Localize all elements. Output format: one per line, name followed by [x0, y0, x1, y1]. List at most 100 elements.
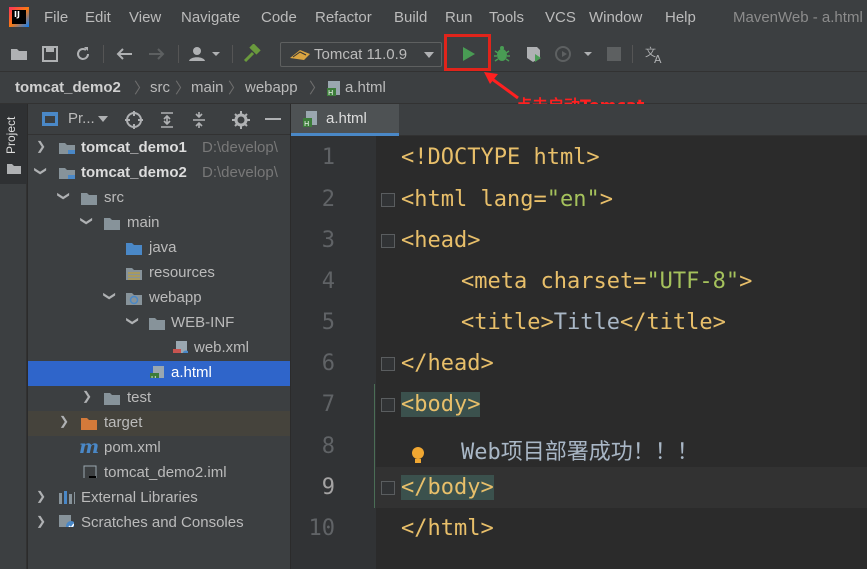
chevron-down-icon[interactable]: ❯ [57, 191, 71, 201]
tree-item-pom-xml[interactable]: m pom.xml [28, 436, 290, 461]
html-file-icon: H [150, 366, 164, 378]
libraries-icon [59, 491, 75, 504]
tree-item-tomcat-demo1[interactable]: ❯ tomcat_demo1 D:\develop\ [28, 136, 290, 161]
breadcrumb-src[interactable]: src [150, 79, 170, 96]
breadcrumb-main[interactable]: main [191, 79, 224, 96]
chevron-right-icon[interactable]: ❯ [36, 514, 46, 528]
html-file-icon: H [327, 81, 340, 96]
fold-marker-icon[interactable] [381, 398, 395, 412]
chevron-right-icon[interactable]: ❯ [82, 389, 92, 403]
breadcrumb-file[interactable]: a.html [345, 79, 386, 96]
main-toolbar: Tomcat 11.0.9 文A [0, 37, 867, 72]
chevron-right-icon[interactable]: ❯ [36, 489, 46, 503]
build-hammer-icon[interactable] [242, 44, 262, 64]
sync-icon[interactable] [73, 44, 93, 64]
tree-item-java[interactable]: java [28, 236, 290, 261]
svg-text:H: H [151, 375, 156, 378]
breadcrumb: tomcat_demo2 〉 src 〉 main 〉 webapp 〉 H a… [0, 72, 867, 104]
breadcrumb-webapp[interactable]: webapp [245, 79, 298, 96]
stop-icon[interactable] [604, 44, 624, 64]
tree-item-a-html[interactable]: H a.html [28, 361, 290, 386]
menu-tools[interactable]: Tools [489, 9, 524, 26]
folder-icon [81, 193, 97, 205]
menu-window[interactable]: Window [589, 9, 642, 26]
source-folder-icon [126, 243, 142, 255]
tree-item-main[interactable]: ❯ main [28, 211, 290, 236]
collapse-all-icon[interactable] [191, 111, 207, 129]
menu-vcs[interactable]: VCS [545, 9, 576, 26]
chevron-down-icon[interactable]: ❯ [126, 316, 140, 326]
menu-file[interactable]: File [44, 9, 68, 26]
run-configuration-select[interactable]: Tomcat 11.0.9 [280, 42, 442, 67]
tree-item-web-xml[interactable]: web.xml [28, 336, 290, 361]
expand-all-icon[interactable] [159, 111, 175, 129]
tomcat-icon [290, 50, 310, 60]
editor-tab-label: a.html [326, 110, 367, 127]
chevron-right-icon[interactable]: ❯ [36, 139, 46, 153]
resources-folder-icon [126, 268, 142, 280]
menu-view[interactable]: View [129, 9, 161, 26]
forward-arrow-icon[interactable] [147, 44, 167, 64]
locate-target-icon[interactable] [125, 111, 143, 129]
iml-file-icon [83, 465, 97, 478]
project-tool-tab[interactable]: Project [0, 104, 27, 184]
tree-item-src[interactable]: ❯ src [28, 186, 290, 211]
chevron-down-icon[interactable]: ❯ [34, 166, 48, 176]
minimize-icon[interactable] [265, 118, 281, 121]
chevron-down-icon[interactable]: ❯ [103, 291, 117, 301]
chevron-down-icon[interactable]: ❯ [80, 216, 94, 226]
code-line-4: <meta charset="UTF-8"> [461, 269, 753, 294]
project-tab-label: Project [4, 116, 18, 154]
tree-item-resources[interactable]: resources [28, 261, 290, 286]
project-view-select[interactable]: Pr... [68, 110, 95, 127]
menu-build[interactable]: Build [394, 9, 427, 26]
open-folder-icon[interactable] [9, 44, 29, 64]
maven-m-icon: m [79, 436, 100, 458]
fold-marker-icon[interactable] [381, 234, 395, 248]
menu-navigate[interactable]: Navigate [181, 9, 240, 26]
tree-item-label: test [127, 389, 152, 406]
chevron-down-icon[interactable] [98, 116, 108, 122]
back-arrow-icon[interactable] [114, 44, 134, 64]
folder-icon [104, 393, 120, 405]
save-icon[interactable] [40, 44, 60, 64]
tree-item-target[interactable]: ❯ target [28, 411, 290, 436]
code-line-2: <html lang="en"> [401, 187, 613, 212]
debug-bug-icon[interactable] [492, 44, 512, 64]
lightbulb-icon[interactable] [410, 446, 426, 466]
menu-code[interactable]: Code [261, 9, 297, 26]
tree-item-scratches[interactable]: ❯ Scratches and Consoles [28, 511, 290, 536]
tree-item-tomcat-demo2[interactable]: ❯ tomcat_demo2 D:\develop\ [28, 161, 290, 186]
line-number: 10 [308, 516, 336, 541]
gear-icon[interactable] [232, 111, 250, 129]
fold-marker-icon[interactable] [381, 481, 395, 495]
coverage-shield-icon[interactable] [524, 44, 544, 64]
menu-help[interactable]: Help [665, 9, 696, 26]
menu-refactor[interactable]: Refactor [315, 9, 372, 26]
breadcrumb-project[interactable]: tomcat_demo2 [15, 79, 121, 96]
code-line-9: </body> [401, 475, 494, 500]
line-number: 7 [321, 392, 335, 417]
chevron-right-icon[interactable]: ❯ [59, 414, 69, 428]
menu-bar: IJ File Edit View Navigate Code Refactor… [0, 0, 867, 37]
fold-marker-icon[interactable] [381, 357, 395, 371]
code-line-3: <head> [401, 228, 481, 253]
line-number: 2 [321, 187, 335, 212]
tree-item-web-inf[interactable]: ❯ WEB-INF [28, 311, 290, 336]
chevron-down-icon [424, 52, 434, 58]
tree-item-label: External Libraries [81, 489, 198, 506]
tree-item-external-libraries[interactable]: ❯ External Libraries [28, 486, 290, 511]
profile-dropdown-icon[interactable] [554, 44, 594, 64]
menu-edit[interactable]: Edit [85, 9, 111, 26]
tree-item-label: Scratches and Consoles [81, 514, 244, 531]
tree-item-iml[interactable]: tomcat_demo2.iml [28, 461, 290, 486]
code-line-8: Web项目部署成功！！！ [461, 440, 699, 465]
translate-icon[interactable]: 文A [644, 44, 664, 64]
tree-item-test[interactable]: ❯ test [28, 386, 290, 411]
editor-tab-a-html[interactable]: H a.html [291, 104, 399, 136]
tree-item-webapp[interactable]: ❯ webapp [28, 286, 290, 311]
fold-marker-icon[interactable] [381, 193, 395, 207]
tree-item-label: resources [149, 264, 215, 281]
menu-run[interactable]: Run [445, 9, 473, 26]
user-dropdown-icon[interactable] [188, 44, 222, 64]
